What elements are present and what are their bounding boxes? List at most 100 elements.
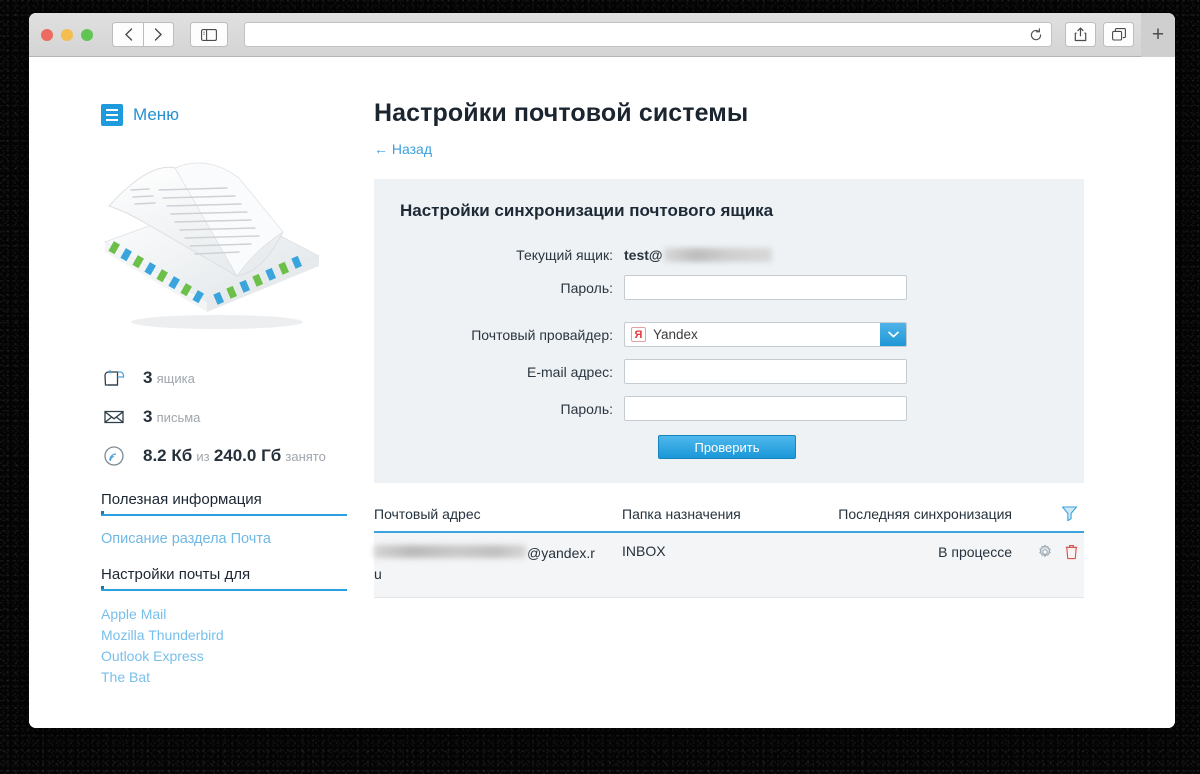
email-row: E-mail адрес:: [374, 359, 1084, 384]
stat-quota: 8.2 Кб из 240.0 Гб занято: [101, 436, 374, 475]
browser-toolbar: +: [29, 13, 1175, 57]
panel-title: Настройки синхронизации почтового ящика: [400, 201, 774, 220]
stat-quota-text: 8.2 Кб из 240.0 Гб занято: [143, 446, 326, 466]
stat-mailboxes-value: 3: [143, 367, 153, 387]
stat-mailboxes-text: 3 ящика: [143, 368, 195, 388]
browser-window: + Меню 3 ящика 3 письма 8.2 Кб из 240.0 …: [29, 13, 1175, 728]
back-button[interactable]: [112, 22, 143, 47]
show-tabs-icon: [1111, 28, 1126, 41]
new-tab-button[interactable]: +: [1141, 13, 1175, 57]
window-controls: [41, 28, 93, 41]
sidebar-link-outlook-express[interactable]: Outlook Express: [101, 646, 374, 667]
sidebar-link-the-bat[interactable]: The Bat: [101, 667, 374, 688]
chevron-right-icon: [154, 28, 162, 41]
section-title-clients: Настройки почты для: [101, 566, 347, 591]
mailbox-icon: [101, 368, 127, 388]
current-mailbox-label: Текущий ящик:: [516, 247, 613, 263]
row-actions-cell: [1012, 543, 1084, 560]
gear-icon: [1039, 544, 1051, 558]
row-address-suffix: @yandex.r: [527, 545, 595, 561]
stat-messages: 3 письма: [101, 397, 374, 436]
current-mailbox-row: Текущий ящик: test@: [374, 247, 1084, 263]
check-button[interactable]: Проверить: [658, 435, 796, 459]
address-bar[interactable]: [244, 22, 1052, 47]
redacted-domain: [663, 248, 772, 262]
back-link[interactable]: ← Назад: [374, 141, 432, 157]
stat-messages-value: 3: [143, 406, 153, 426]
row-address-cell: @yandex.r u: [374, 543, 622, 585]
quota-of: из: [196, 448, 210, 464]
current-mailbox-value: test@: [624, 247, 772, 263]
page-title: Настройки почтовой системы: [374, 99, 749, 127]
new-tab-label: +: [1151, 22, 1165, 46]
row-last-sync-cell: В процессе: [938, 544, 1012, 560]
show-tabs-button[interactable]: [1103, 22, 1134, 47]
row-settings-button[interactable]: [1037, 544, 1053, 560]
table-header: Почтовый адрес Папка назначения Последня…: [374, 505, 1084, 533]
provider-select[interactable]: Я Yandex: [624, 322, 907, 347]
email-input[interactable]: [624, 359, 907, 384]
trash-icon: [1065, 545, 1078, 560]
sidebar-link-apple-mail[interactable]: Apple Mail: [101, 604, 374, 625]
sidebar-toggle-button[interactable]: [190, 22, 228, 47]
menu-label: Меню: [133, 105, 179, 124]
disk-usage-icon: [101, 445, 127, 467]
sidebar-link-mail-description[interactable]: Описание раздела Почта: [101, 529, 374, 550]
client-links: Apple Mail Mozilla Thunderbird Outlook E…: [101, 604, 374, 688]
sidebar-toggle-icon: [201, 28, 217, 41]
mailbox-password-row: Пароль:: [374, 275, 1084, 300]
provider-selected-value: Yandex: [653, 327, 698, 342]
share-button[interactable]: [1065, 22, 1096, 47]
stat-mailboxes-unit: ящика: [156, 370, 195, 386]
close-window-button[interactable]: [41, 28, 53, 41]
row-delete-button[interactable]: [1065, 544, 1078, 560]
reload-icon: [1030, 27, 1042, 40]
row-address-wrap: u: [374, 566, 382, 582]
maximize-window-button[interactable]: [81, 28, 93, 41]
provider-password-row: Пароль:: [374, 396, 1084, 421]
forward-button[interactable]: [143, 22, 174, 47]
navigation-buttons: [112, 22, 174, 47]
sync-settings-panel: Настройки синхронизации почтового ящика …: [374, 179, 1084, 483]
stat-mailboxes: 3 ящика: [101, 358, 374, 397]
reload-button[interactable]: [1029, 27, 1043, 42]
stat-messages-unit: письма: [156, 409, 201, 425]
filter-icon: [1061, 506, 1078, 522]
info-links: Описание раздела Почта: [101, 529, 374, 550]
row-folder-cell: INBOX: [622, 543, 666, 559]
page-body: Меню 3 ящика 3 письма 8.2 Кб из 240.0 Гб…: [29, 57, 1175, 728]
hamburger-icon: [101, 104, 123, 126]
sync-table: Почтовый адрес Папка назначения Последня…: [374, 505, 1084, 598]
column-header-last-sync: Последняя синхронизация: [838, 505, 1012, 522]
section-title-info: Полезная информация: [101, 491, 347, 516]
sidebar: Меню 3 ящика 3 письма 8.2 Кб из 240.0 Гб…: [29, 57, 374, 728]
chevron-left-icon: [124, 28, 132, 41]
envelope-illustration: [103, 162, 321, 329]
check-row: Проверить: [374, 435, 1084, 459]
yandex-logo-icon: Я: [631, 327, 646, 342]
column-header-folder: Папка назначения: [622, 505, 741, 522]
quota-suffix: занято: [285, 448, 326, 464]
quota-used: 8.2 Кб: [143, 445, 193, 465]
menu-button[interactable]: Меню: [101, 104, 374, 126]
table-row[interactable]: @yandex.r u INBOX В процессе: [374, 533, 1084, 598]
minimize-window-button[interactable]: [61, 28, 73, 41]
filter-button[interactable]: [1061, 505, 1078, 522]
envelope-icon: [101, 408, 127, 426]
mailbox-password-input[interactable]: [624, 275, 907, 300]
provider-password-input[interactable]: [624, 396, 907, 421]
main-content: Настройки почтовой системы ← Назад Настр…: [374, 57, 1175, 728]
mailbox-password-label: Пароль:: [560, 279, 613, 296]
mailbox-statistics: 3 ящика 3 письма 8.2 Кб из 240.0 Гб заня…: [101, 358, 374, 475]
share-icon: [1074, 27, 1087, 42]
quota-total: 240.0 Гб: [213, 445, 282, 465]
sidebar-link-mozilla-thunderbird[interactable]: Mozilla Thunderbird: [101, 625, 374, 646]
column-header-actions: [1012, 505, 1084, 522]
email-label: E-mail адрес:: [527, 363, 613, 380]
provider-row: Почтовый провайдер: Я Yandex: [374, 322, 1084, 347]
current-mailbox-text: test@: [624, 247, 663, 263]
provider-dropdown-button[interactable]: [880, 323, 906, 346]
column-header-address: Почтовый адрес: [374, 505, 481, 522]
stat-messages-text: 3 письма: [143, 407, 200, 427]
redacted-address: [374, 545, 526, 558]
